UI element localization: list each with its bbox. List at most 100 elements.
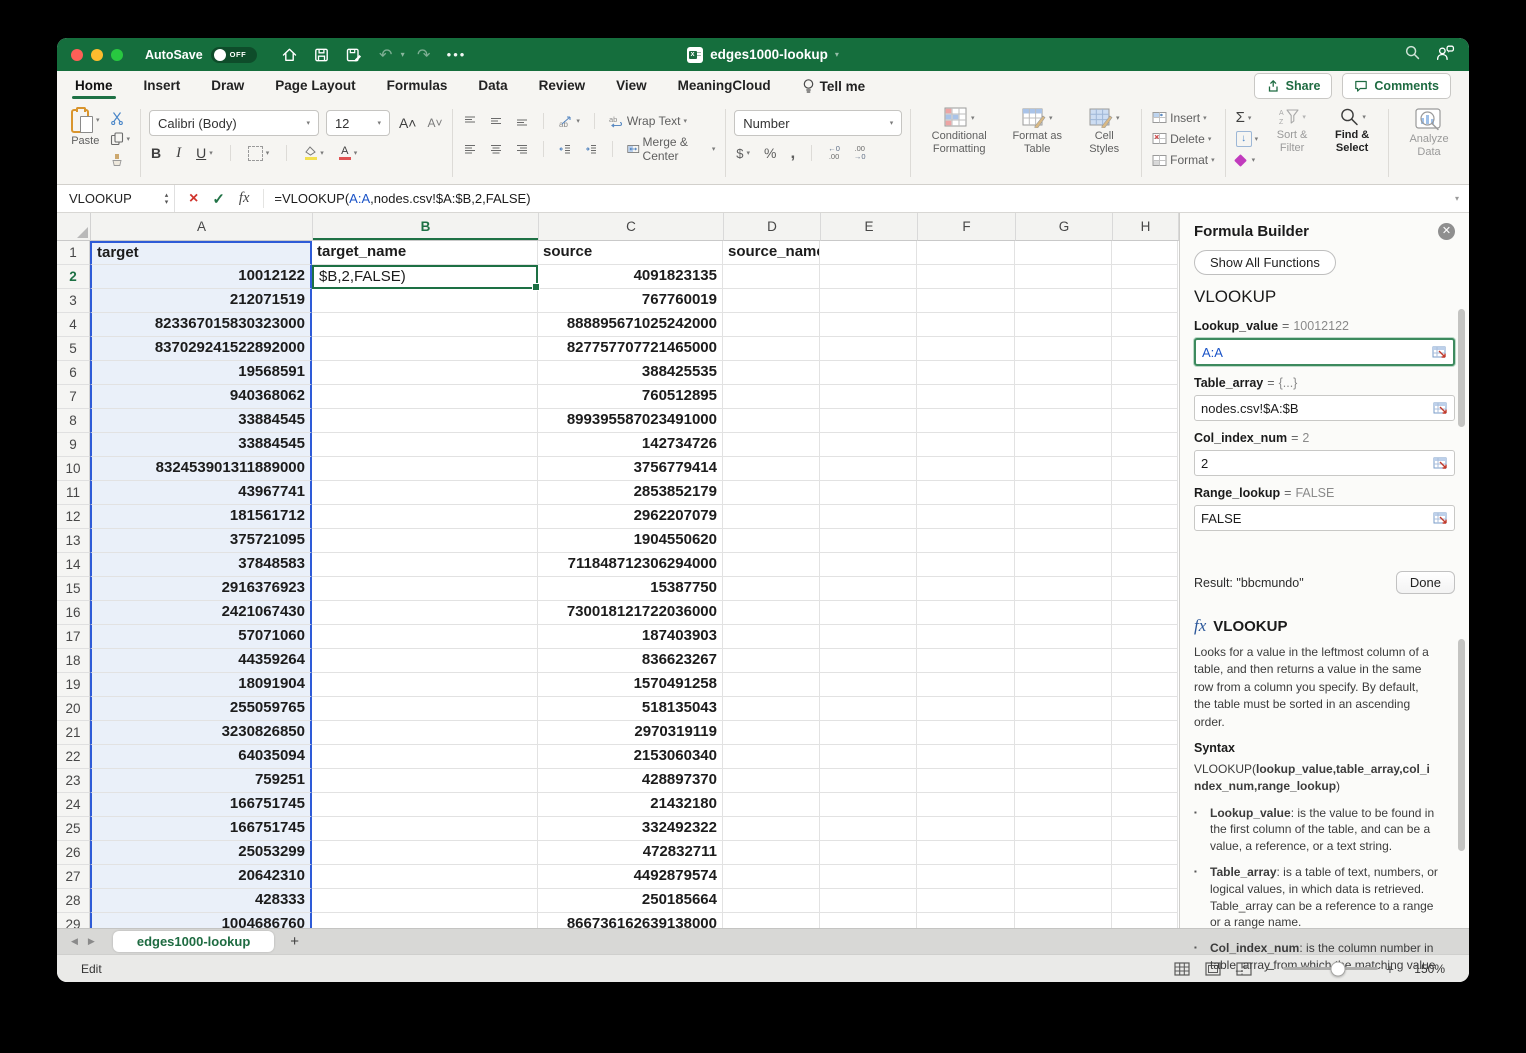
- cell-A4[interactable]: 823367015830323000: [90, 313, 312, 337]
- row-header-1[interactable]: 1: [57, 241, 90, 265]
- row-header-14[interactable]: 14: [57, 553, 90, 577]
- row-header-6[interactable]: 6: [57, 361, 90, 385]
- fill-color-button[interactable]: ▾: [302, 143, 326, 163]
- cell-E1[interactable]: [820, 241, 917, 265]
- cell-H25[interactable]: [1112, 817, 1178, 841]
- cell-B13[interactable]: [312, 529, 538, 553]
- cell-E2[interactable]: [820, 265, 917, 289]
- cell-E15[interactable]: [820, 577, 917, 601]
- format-as-table-button[interactable]: ▾ Format as Table: [1003, 106, 1071, 156]
- align-middle-button[interactable]: [487, 111, 505, 131]
- cell-A13[interactable]: 375721095: [90, 529, 312, 553]
- cell-H13[interactable]: [1112, 529, 1178, 553]
- name-box[interactable]: VLOOKUP: [57, 185, 157, 212]
- cell-G14[interactable]: [1015, 553, 1112, 577]
- cell-F5[interactable]: [917, 337, 1015, 361]
- format-painter-button[interactable]: [108, 150, 133, 170]
- cell-F3[interactable]: [917, 289, 1015, 313]
- cell-D8[interactable]: [723, 409, 820, 433]
- row-header-4[interactable]: 4: [57, 313, 90, 337]
- cell-D1[interactable]: source_name: [723, 241, 820, 265]
- cell-A8[interactable]: 33884545: [90, 409, 312, 433]
- cell-C12[interactable]: 2962207079: [538, 505, 723, 529]
- cell-A23[interactable]: 759251: [90, 769, 312, 793]
- save-as-button[interactable]: [341, 44, 367, 66]
- cell-F7[interactable]: [917, 385, 1015, 409]
- cell-E3[interactable]: [820, 289, 917, 313]
- cell-D27[interactable]: [723, 865, 820, 889]
- merge-center-button[interactable]: Merge & Center▾: [625, 139, 717, 159]
- borders-button[interactable]: ▾: [246, 143, 272, 163]
- cell-C18[interactable]: 836623267: [538, 649, 723, 673]
- sort-filter-button[interactable]: AZ▾ Sort & Filter: [1264, 106, 1320, 155]
- cell-C10[interactable]: 3756779414: [538, 457, 723, 481]
- show-all-functions-button[interactable]: Show All Functions: [1194, 250, 1336, 275]
- cell-A19[interactable]: 18091904: [90, 673, 312, 697]
- cell-D17[interactable]: [723, 625, 820, 649]
- cell-A24[interactable]: 166751745: [90, 793, 312, 817]
- row-header-16[interactable]: 16: [57, 601, 90, 625]
- row-header-27[interactable]: 27: [57, 865, 90, 889]
- cell-B10[interactable]: [312, 457, 538, 481]
- cell-H3[interactable]: [1112, 289, 1178, 313]
- cell-F17[interactable]: [917, 625, 1015, 649]
- cell-F11[interactable]: [917, 481, 1015, 505]
- row-header-25[interactable]: 25: [57, 817, 90, 841]
- zoom-slider[interactable]: [1283, 967, 1378, 970]
- fill-handle[interactable]: [532, 283, 540, 291]
- cell-F26[interactable]: [917, 841, 1015, 865]
- cell-B25[interactable]: [312, 817, 538, 841]
- cell-A10[interactable]: 832453901311889000: [90, 457, 312, 481]
- cell-A15[interactable]: 2916376923: [90, 577, 312, 601]
- number-format-select[interactable]: Number▾: [734, 110, 902, 136]
- cell-G9[interactable]: [1015, 433, 1112, 457]
- row-header-29[interactable]: 29: [57, 913, 90, 928]
- ribbon-tab-page-layout[interactable]: Page Layout: [275, 71, 355, 101]
- align-left-button[interactable]: [461, 139, 479, 159]
- wrap-text-button[interactable]: abWrap Text▾: [607, 111, 689, 131]
- cell-H19[interactable]: [1112, 673, 1178, 697]
- cell-B26[interactable]: [312, 841, 538, 865]
- cell-E11[interactable]: [820, 481, 917, 505]
- row-header-11[interactable]: 11: [57, 481, 90, 505]
- cell-D10[interactable]: [723, 457, 820, 481]
- find-select-button[interactable]: ▾ Find & Select: [1324, 106, 1380, 155]
- cell-E19[interactable]: [820, 673, 917, 697]
- cell-E10[interactable]: [820, 457, 917, 481]
- column-header-F[interactable]: F: [918, 213, 1016, 241]
- cell-H17[interactable]: [1112, 625, 1178, 649]
- cell-E8[interactable]: [820, 409, 917, 433]
- italic-button[interactable]: I: [174, 143, 183, 163]
- cell-styles-button[interactable]: ▾ Cell Styles: [1075, 106, 1133, 156]
- cell-H11[interactable]: [1112, 481, 1178, 505]
- cell-G20[interactable]: [1015, 697, 1112, 721]
- orientation-button[interactable]: ab▾: [556, 111, 582, 131]
- align-right-button[interactable]: [513, 139, 531, 159]
- cell-G10[interactable]: [1015, 457, 1112, 481]
- cell-C1[interactable]: source: [538, 241, 723, 265]
- percent-button[interactable]: %: [762, 143, 778, 163]
- undo-button[interactable]: ↶: [373, 44, 399, 66]
- next-sheet-button[interactable]: ▶: [88, 936, 95, 947]
- cell-H14[interactable]: [1112, 553, 1178, 577]
- align-top-button[interactable]: [461, 111, 479, 131]
- confirm-entry-button[interactable]: ✓: [212, 190, 225, 208]
- cell-B5[interactable]: [312, 337, 538, 361]
- cell-B29[interactable]: [312, 913, 538, 928]
- cell-B1[interactable]: target_name: [312, 241, 538, 265]
- cell-E25[interactable]: [820, 817, 917, 841]
- cell-A20[interactable]: 255059765: [90, 697, 312, 721]
- cell-H21[interactable]: [1112, 721, 1178, 745]
- analyze-data-button[interactable]: Analyze Data: [1397, 106, 1461, 159]
- cell-G7[interactable]: [1015, 385, 1112, 409]
- search-button[interactable]: [1404, 44, 1421, 66]
- cell-F14[interactable]: [917, 553, 1015, 577]
- cell-D21[interactable]: [723, 721, 820, 745]
- cell-B21[interactable]: [312, 721, 538, 745]
- cell-H29[interactable]: [1112, 913, 1178, 928]
- cell-D19[interactable]: [723, 673, 820, 697]
- cell-F12[interactable]: [917, 505, 1015, 529]
- insert-function-button[interactable]: fx: [239, 190, 249, 207]
- range-picker-icon[interactable]: [1432, 346, 1447, 358]
- cell-B9[interactable]: [312, 433, 538, 457]
